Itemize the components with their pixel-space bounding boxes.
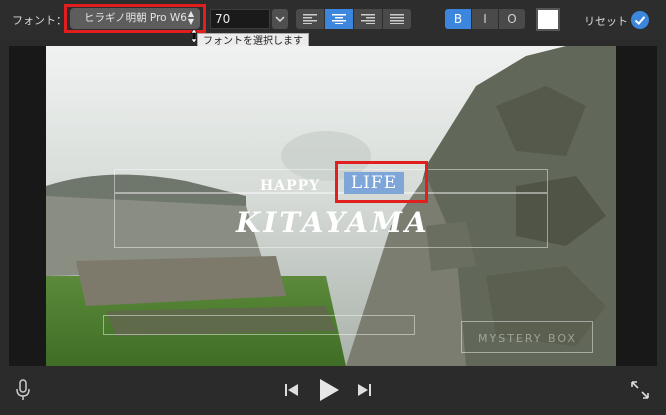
play-icon[interactable] — [318, 378, 340, 402]
text-color-well[interactable] — [536, 8, 560, 31]
text-style-group: B I O — [445, 9, 525, 29]
playback-controls — [0, 367, 666, 415]
chevron-down-icon — [275, 16, 285, 23]
font-label: フォント： — [12, 14, 67, 27]
align-center-icon — [332, 14, 346, 24]
video-frame[interactable]: HAPPY LIFE KITAYAMA MYSTERY BOX — [46, 46, 616, 366]
microphone-icon[interactable] — [15, 379, 31, 401]
font-size-dropdown[interactable] — [272, 9, 288, 29]
font-size-value: 70 — [215, 12, 231, 26]
align-left-icon — [303, 14, 317, 24]
title-toolbar: フォント： ヒラギノ明朝 Pro W6 ▲ ▼ 70 B I O リセット — [0, 0, 666, 40]
italic-button[interactable]: I — [472, 9, 498, 29]
skip-back-icon[interactable] — [284, 383, 300, 397]
alignment-group — [296, 9, 411, 29]
reset-label: リセット — [584, 15, 628, 28]
text-safe-guide-top — [114, 169, 548, 193]
align-right-button[interactable] — [354, 9, 382, 29]
font-size-field[interactable]: 70 — [210, 9, 270, 29]
title-happy[interactable]: HAPPY — [260, 178, 320, 194]
align-justify-icon — [390, 14, 404, 24]
font-highlight-box — [64, 4, 206, 33]
checkmark-icon[interactable] — [631, 11, 649, 29]
checkmark-glyph — [634, 16, 646, 26]
fullscreen-icon[interactable] — [630, 380, 650, 400]
bold-button[interactable]: B — [445, 9, 471, 29]
align-left-button[interactable] — [296, 9, 324, 29]
align-right-icon — [361, 14, 375, 24]
skip-forward-icon[interactable] — [356, 383, 372, 397]
text-safe-guide-bottom — [103, 315, 415, 335]
life-highlight-box — [335, 161, 428, 203]
align-justify-button[interactable] — [383, 9, 411, 29]
align-center-button[interactable] — [325, 9, 353, 29]
title-kitayama[interactable]: KITAYAMA — [236, 206, 430, 239]
outline-button[interactable]: O — [499, 9, 525, 29]
watermark-text: MYSTERY BOX — [478, 332, 577, 345]
